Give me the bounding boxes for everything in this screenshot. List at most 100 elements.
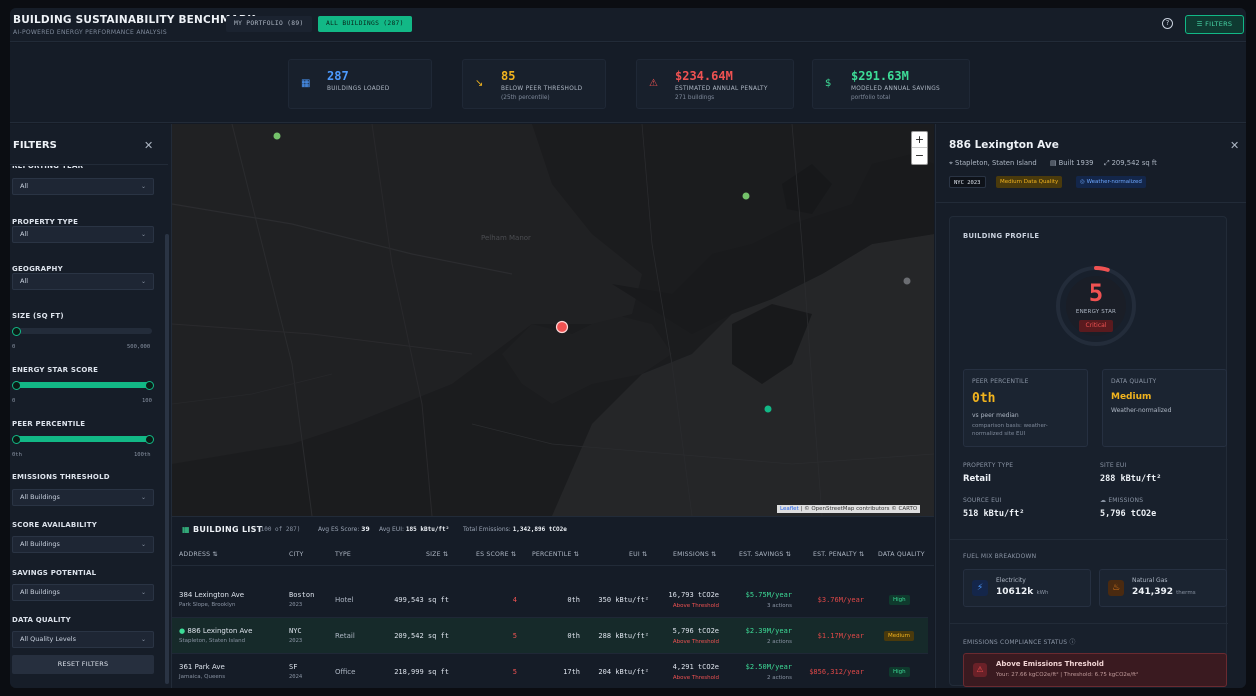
col-est-penalty[interactable]: EST. PENALTY ⇅ <box>813 551 864 558</box>
slider-handle-min[interactable] <box>12 380 21 390</box>
peer-percentile-note: comparison basis: weather-normalized sit… <box>972 423 1048 437</box>
select-emissions-threshold[interactable]: All Buildings ⌄ <box>12 489 154 506</box>
select-score-availability[interactable]: All Buildings ⌄ <box>12 536 154 553</box>
filter-label-property-type: PROPERTY TYPE <box>12 218 79 226</box>
row-savings: $5.75M/year <box>745 591 792 599</box>
emissions-value: 5,796 tCO2e <box>1100 509 1157 519</box>
col-es-score[interactable]: ES SCORE ⇅ <box>476 551 516 558</box>
row-emissions: 16,793 tCO2e <box>668 591 719 599</box>
scrollbar[interactable] <box>165 234 169 684</box>
map-marker[interactable] <box>273 132 281 140</box>
tag-weather-normalized-text: Weather-normalized <box>1086 179 1142 185</box>
row-eui: 204 kBtu/ft² <box>598 668 649 676</box>
help-icon[interactable]: ? <box>1162 18 1173 29</box>
col-city[interactable]: CITY <box>289 551 304 558</box>
map-marker[interactable] <box>903 277 911 285</box>
zoom-in-button[interactable]: + <box>912 132 927 148</box>
select-savings-potential[interactable]: All Buildings ⌄ <box>12 584 154 601</box>
row-actions: 2 actions <box>766 675 792 681</box>
tag-weather-normalized: ◎ Weather-normalized <box>1076 176 1146 188</box>
row-year: 2023 <box>289 638 303 644</box>
row-es-score: 5 <box>512 668 517 676</box>
slider-fill <box>14 382 152 388</box>
select-property-type[interactable]: All ⌄ <box>12 226 154 243</box>
select-geography[interactable]: All ⌄ <box>12 273 154 290</box>
filter-label-peer-percentile: PEER PERCENTILE <box>12 420 86 428</box>
peer-percentile-slider[interactable] <box>12 434 154 444</box>
building-list-count: (100 of 287) <box>257 526 301 533</box>
tab-my-portfolio[interactable]: MY PORTFOLIO (89) <box>226 16 312 32</box>
avg-es-label: Avg ES Score: <box>318 526 360 533</box>
energy-star-label: ENERGY STAR <box>1075 309 1117 315</box>
slider-handle-max[interactable] <box>145 380 154 390</box>
col-emissions[interactable]: EMISSIONS ⇅ <box>673 551 717 558</box>
energy-star-slider[interactable] <box>12 380 154 390</box>
select-reporting-year[interactable]: All ⌄ <box>12 178 154 195</box>
close-icon[interactable]: ✕ <box>1230 139 1239 152</box>
row-city: NYC <box>289 627 302 635</box>
filters-button[interactable]: ☰ FILTERS <box>1185 15 1244 34</box>
range-max: 500,000 <box>127 344 151 350</box>
map-view[interactable]: Pelham Manor + − Leaflet | © OpenStreetM… <box>172 124 934 516</box>
stat-label: BUILDINGS LOADED <box>327 86 390 92</box>
close-icon[interactable]: ✕ <box>144 139 153 152</box>
detail-building-name: 886 Lexington Ave <box>949 139 1059 151</box>
building-profile-card: BUILDING PROFILE 5 ENERGY STAR Critical … <box>949 216 1228 687</box>
table-row-selected[interactable]: ● 886 Lexington Ave Stapleton, Staten Is… <box>172 618 928 654</box>
slider-handle-min[interactable] <box>12 434 21 444</box>
detail-location: ⌖ Stapleton, Staten Island <box>949 159 1037 168</box>
map-place-label: Pelham Manor <box>481 234 531 242</box>
table-row[interactable]: 361 Park Ave Jamaica, Queens SF 2024 Off… <box>172 654 928 688</box>
row-area: Jamaica, Queens <box>179 674 226 680</box>
stat-sub: (25th percentile) <box>501 95 550 101</box>
stat-sub: 271 buildings <box>675 95 715 101</box>
stat-annual-penalty: ⚠ $234.64M ESTIMATED ANNUAL PENALTY 271 … <box>636 59 794 109</box>
filters-button-label: FILTERS <box>1205 20 1233 28</box>
select-value: All <box>20 277 29 285</box>
energy-star-score: 5 <box>1088 279 1104 307</box>
chevron-down-icon: ⌄ <box>140 231 146 238</box>
row-address-text: 886 Lexington Ave <box>187 627 253 635</box>
leaflet-link[interactable]: Leaflet <box>780 506 799 512</box>
natural-gas-amount: 241,392 <box>1132 587 1173 597</box>
row-actions: 3 actions <box>766 603 792 609</box>
row-size: 218,999 sq ft <box>394 668 449 676</box>
stat-label: ESTIMATED ANNUAL PENALTY <box>675 86 768 92</box>
stat-value: 287 <box>327 69 349 83</box>
total-emissions-value: 1,342,896 tCO2e <box>512 526 567 533</box>
select-data-quality[interactable]: All Quality Levels ⌄ <box>12 631 154 648</box>
map-marker[interactable] <box>742 192 750 200</box>
stats-bar: ▦ 287 BUILDINGS LOADED ↘ 85 BELOW PEER T… <box>10 43 1246 123</box>
col-type[interactable]: TYPE <box>335 551 351 558</box>
stat-below-threshold: ↘ 85 BELOW PEER THRESHOLD (25th percenti… <box>462 59 606 109</box>
col-eui[interactable]: EUI ⇅ <box>629 551 647 558</box>
reset-filters-button[interactable]: RESET FILTERS <box>12 655 154 674</box>
divider <box>172 565 934 566</box>
select-value: All <box>20 230 29 238</box>
data-quality-label: DATA QUALITY <box>1111 378 1157 385</box>
total-emissions: Total Emissions: 1,342,896 tCO2e <box>463 526 567 533</box>
table-row[interactable]: 384 Lexington Ave Park Slope, Brooklyn B… <box>172 582 928 618</box>
zoom-out-button[interactable]: − <box>912 148 927 164</box>
slider-handle-min[interactable] <box>12 326 21 336</box>
warning-icon: ⚠ <box>649 78 658 89</box>
tab-all-buildings[interactable]: ALL BUILDINGS (287) <box>318 16 412 32</box>
size-slider[interactable] <box>12 326 152 336</box>
col-data-quality[interactable]: DATA QUALITY <box>878 551 925 558</box>
stat-value: 85 <box>501 69 516 83</box>
col-percentile[interactable]: PERCENTILE ⇅ <box>532 551 579 558</box>
tag-year: NYC 2023 <box>949 176 986 188</box>
col-est-savings[interactable]: EST. SAVINGS ⇅ <box>739 551 791 558</box>
row-penalty: $3.76M/year <box>817 596 864 604</box>
col-size[interactable]: SIZE ⇅ <box>426 551 448 558</box>
app-window: BUILDING SUSTAINABILITY BENCHMARK AI-POW… <box>10 8 1246 688</box>
peer-percentile-label: PEER PERCENTILE <box>972 378 1029 385</box>
property-type-value: Retail <box>963 474 991 484</box>
col-address[interactable]: ADDRESS ⇅ <box>179 551 218 558</box>
site-eui-label: SITE EUI <box>1100 462 1127 469</box>
info-icon[interactable]: ⓘ <box>1069 639 1075 646</box>
slider-handle-max[interactable] <box>145 434 154 444</box>
map-marker[interactable] <box>764 405 772 413</box>
map-marker-selected[interactable] <box>555 320 569 334</box>
peer-percentile-value: 0th <box>972 391 996 406</box>
